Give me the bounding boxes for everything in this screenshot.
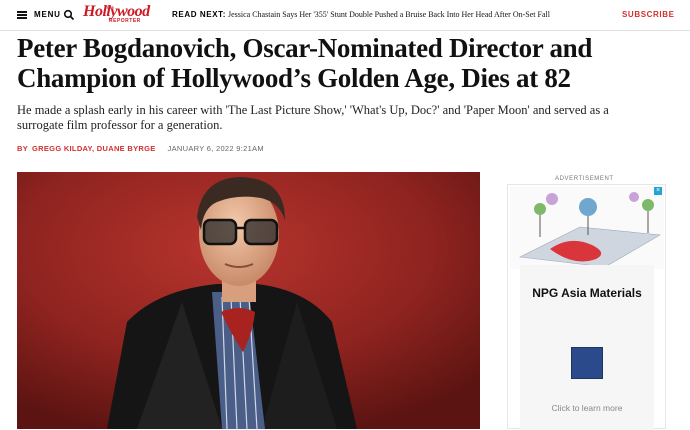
menu-button[interactable]: MENU	[34, 10, 61, 19]
article-dek: He made a splash early in his career wit…	[17, 103, 609, 132]
site-logo[interactable]: THE Hollywood REPORTER	[83, 4, 151, 26]
ad-title: NPG Asia Materials	[532, 286, 642, 300]
byline-by-label: BY	[17, 144, 29, 153]
byline: BY GREGG KILDAY, DUANE BYRGE JANUARY 6, 20…	[17, 144, 264, 153]
byline-authors-link[interactable]: GREGG KILDAY, DUANE BYRGE	[32, 144, 156, 153]
subscribe-button[interactable]: SUBSCRIBE	[622, 10, 675, 19]
hero-photo	[17, 172, 480, 429]
journal-cover-image	[571, 347, 603, 379]
hamburger-menu-icon[interactable]	[17, 11, 27, 19]
ad-cta-link[interactable]: Click to learn more	[520, 403, 654, 413]
ad-close-icon[interactable]: ×	[654, 187, 662, 195]
publish-date: JANUARY 6, 2022 9:21AM	[167, 144, 264, 153]
read-next-label: READ NEXT:	[172, 10, 227, 19]
search-icon[interactable]	[63, 9, 75, 21]
article-headline: Peter Bogdanovich, Oscar-Nominated Direc…	[17, 33, 593, 93]
logo-the: THE	[106, 5, 114, 10]
advertisement-label: ADVERTISEMENT	[555, 176, 614, 182]
sidebar-ad[interactable]: × NPG Asia Materials Click to learn more	[507, 184, 666, 430]
logo-subtitle: REPORTER	[109, 18, 141, 24]
ad-card[interactable]: NPG Asia Materials Click to learn more	[520, 265, 654, 430]
ad-illustration	[510, 187, 664, 269]
read-next-link[interactable]: Jessica Chastain Says Her '355' Stunt Do…	[228, 10, 550, 19]
top-navigation-bar: MENU THE Hollywood REPORTER READ NEXT: J…	[0, 0, 690, 31]
